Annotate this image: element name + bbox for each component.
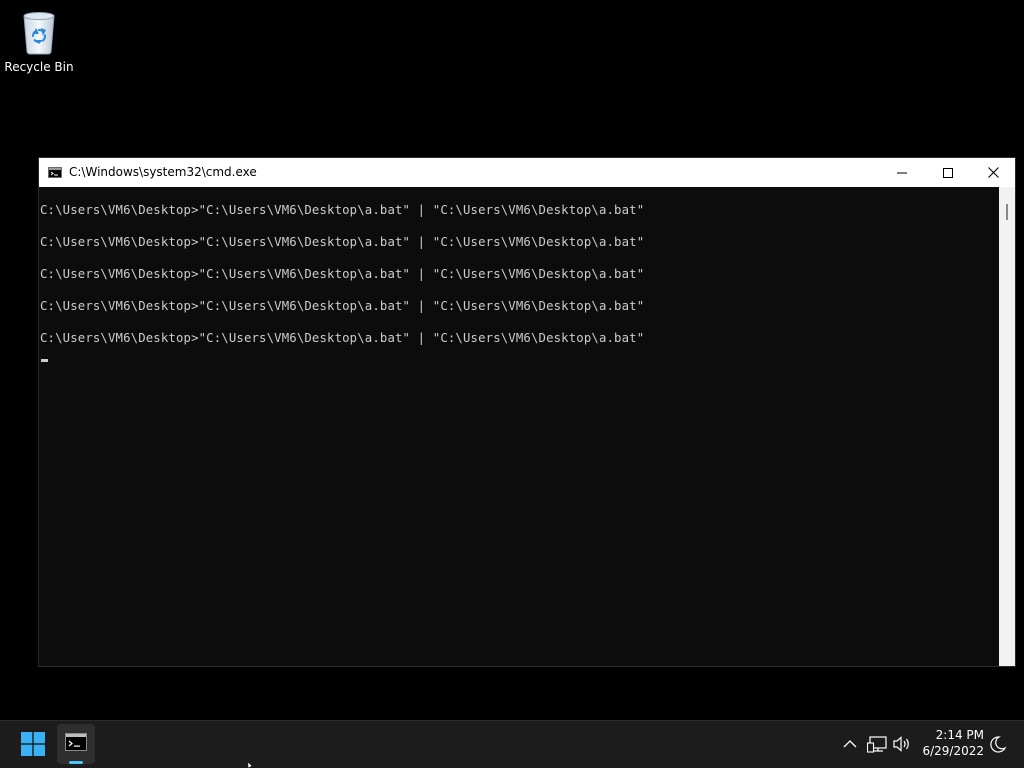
desktop-icon-recycle-bin[interactable]: Recycle Bin [4,6,74,74]
console-icon [48,167,62,178]
recycle-bin-icon [23,12,55,55]
console-output[interactable]: C:\Users\VM6\Desktop>"C:\Users\VM6\Deskt… [39,187,999,666]
close-button[interactable] [970,158,1016,187]
clock-date: 6/29/2022 [922,744,984,758]
desktop-icon-label: Recycle Bin [4,60,74,74]
console-line: C:\Users\VM6\Desktop>"C:\Users\VM6\Deskt… [40,299,645,313]
console-line: C:\Users\VM6\Desktop>"C:\Users\VM6\Deskt… [40,235,645,249]
console-line: C:\Users\VM6\Desktop>"C:\Users\VM6\Deskt… [40,267,645,281]
start-button[interactable] [14,725,52,763]
clock-time: 2:14 PM [935,728,984,742]
taskbar-app-cmd[interactable] [57,724,95,764]
close-icon [987,167,999,178]
window-title: C:\Windows\system32\cmd.exe [69,165,257,179]
taskbar: 2:14 PM 6/29/2022 [0,720,1024,768]
minimize-icon [897,172,907,173]
windows-start-icon [21,732,45,756]
active-app-indicator [69,761,83,764]
notification-moon-icon[interactable] [986,734,1008,754]
volume-icon[interactable] [892,734,912,754]
desktop: Recycle Bin C:\Windows\system32\cmd.exe [0,0,1024,768]
minimize-button[interactable] [879,158,925,187]
text-cursor [41,359,48,362]
console-icon [65,733,87,751]
title-bar[interactable]: C:\Windows\system32\cmd.exe [39,158,1015,187]
maximize-button[interactable] [925,158,971,187]
mouse-pointer-icon [248,762,253,768]
console-line: C:\Users\VM6\Desktop>"C:\Users\VM6\Deskt… [40,331,645,345]
maximize-icon [943,167,953,178]
scrollbar-thumb[interactable] [1006,204,1008,220]
chevron-up-icon[interactable] [840,735,860,753]
network-icon[interactable] [867,734,889,754]
vertical-scrollbar[interactable] [999,187,1015,666]
console-window[interactable]: C:\Windows\system32\cmd.exe C:\Users\VM6… [38,157,1016,667]
taskbar-clock[interactable]: 2:14 PM 6/29/2022 [918,727,984,759]
console-line: C:\Users\VM6\Desktop>"C:\Users\VM6\Deskt… [40,203,645,217]
